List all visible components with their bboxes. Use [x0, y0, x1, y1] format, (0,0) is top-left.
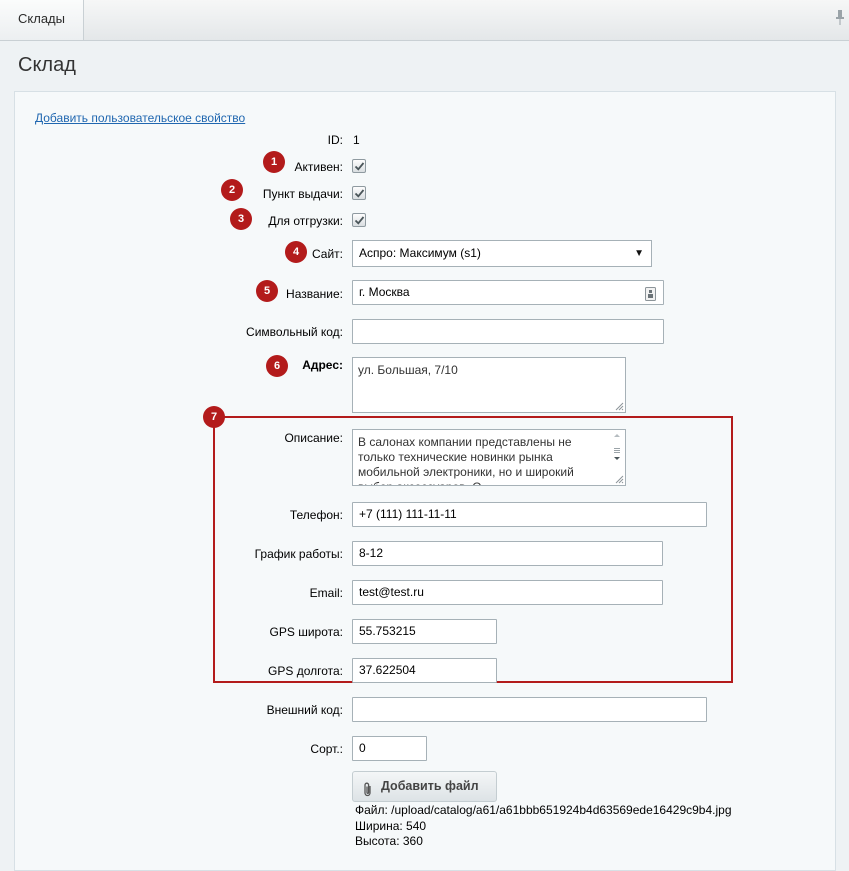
sort-label: Сорт.: [310, 742, 343, 756]
shipping-label: Для отгрузки: [268, 214, 343, 228]
page-title: Склад [18, 54, 76, 76]
shipping-checkbox[interactable] [352, 213, 366, 227]
schedule-label: График работы: [254, 547, 343, 561]
pickup-checkbox[interactable] [352, 186, 366, 200]
id-label: ID: [327, 133, 343, 147]
checkmark-icon [354, 189, 365, 198]
address-textarea-value: ул. Большая, 7/10 [358, 363, 458, 377]
code-label: Символьный код: [246, 325, 343, 339]
external-code-label: Внешний код: [266, 703, 343, 717]
tab-warehouses[interactable]: Склады [0, 0, 84, 40]
checkmark-icon [354, 162, 365, 171]
gps-lon-input[interactable]: 37.622504 [352, 658, 497, 683]
pin-icon[interactable] [835, 10, 845, 29]
badge-2: 2 [221, 179, 243, 201]
badge-4: 4 [285, 241, 307, 263]
site-label: Сайт: [311, 247, 343, 261]
name-label: Название: [286, 287, 343, 301]
badge-1: 1 [263, 151, 285, 173]
active-label: Активен: [294, 160, 343, 174]
file-path: Файл: /upload/catalog/a61/a61bbb651924b4… [355, 803, 732, 817]
gps-lat-label: GPS широта: [269, 625, 343, 639]
site-select-value: Аспро: Максимум (s1) [359, 246, 481, 260]
phone-label: Телефон: [289, 508, 343, 522]
address-textarea[interactable]: ул. Большая, 7/10 [352, 357, 626, 413]
address-label: Адрес: [302, 358, 343, 372]
file-height: Высота: 360 [355, 834, 423, 848]
active-checkbox[interactable] [352, 159, 366, 173]
site-select[interactable]: Аспро: Максимум (s1) ▼ [352, 240, 652, 267]
description-scrollbar[interactable] [610, 431, 624, 477]
badge-3: 3 [230, 208, 252, 230]
add-custom-property-link[interactable]: Добавить пользовательское свойство [35, 111, 245, 125]
sort-input[interactable]: 0 [352, 736, 427, 761]
badge-7: 7 [203, 406, 225, 428]
resize-grip-icon[interactable] [615, 402, 624, 411]
id-value: 1 [353, 133, 360, 147]
email-label: Email: [309, 586, 343, 600]
description-label: Описание: [284, 431, 343, 445]
add-file-label: Добавить файл [381, 779, 479, 793]
pickup-label: Пункт выдачи: [262, 187, 343, 201]
phone-input[interactable]: +7 (111) 111-11-11 [352, 502, 707, 527]
schedule-input[interactable]: 8-12 [352, 541, 663, 566]
add-file-button[interactable]: Добавить файл [352, 771, 497, 802]
description-textarea[interactable]: В салонах компании представлены не тольк… [352, 429, 626, 486]
resize-grip-icon[interactable] [615, 475, 624, 484]
translit-icon[interactable] [645, 286, 656, 309]
gps-lon-label: GPS долгота: [268, 664, 343, 678]
file-width: Ширина: 540 [355, 819, 427, 833]
badge-6: 6 [266, 355, 288, 377]
gps-lat-input[interactable]: 55.753215 [352, 619, 497, 644]
tab-bar: Склады [0, 0, 849, 41]
email-input[interactable]: test@test.ru [352, 580, 663, 605]
name-input-value: г. Москва [359, 285, 410, 299]
checkmark-icon [354, 216, 365, 225]
badge-5: 5 [256, 280, 278, 302]
dropdown-arrow-icon: ▼ [634, 248, 644, 259]
name-input[interactable]: г. Москва [352, 280, 664, 305]
description-textarea-value: В салонах компании представлены не тольк… [358, 435, 574, 485]
code-input[interactable] [352, 319, 664, 344]
external-code-input[interactable] [352, 697, 707, 722]
